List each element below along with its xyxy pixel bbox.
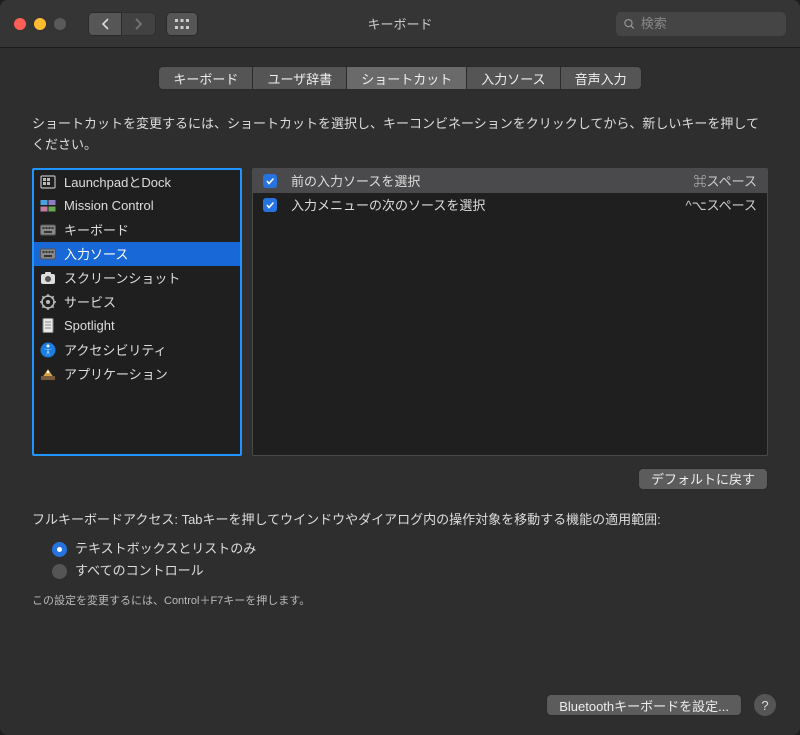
shortcut-keys[interactable]: ⌘スペース [694,171,757,190]
category-label: 入力ソース [64,244,128,263]
search-field[interactable] [616,12,786,36]
grid-icon [175,19,189,29]
category-label: アプリケーション [64,364,168,383]
minimize-window-button[interactable] [34,18,46,30]
shortcut-label: 前の入力ソースを選択 [291,171,680,190]
category-accessibility[interactable]: アクセシビリティ [34,338,240,362]
services-icon [40,294,56,310]
back-button[interactable] [88,12,122,36]
radio-label: すべてのコントロール [75,561,204,582]
radio-button[interactable] [52,542,67,557]
input-sources-icon [40,246,56,262]
tab-0[interactable]: キーボード [158,66,253,90]
tab-4[interactable]: 音声入力 [561,66,642,90]
fka-heading: フルキーボードアクセス: Tabキーを押してウインドウやダイアログ内の操作対象を… [32,510,768,531]
category-label: Spotlight [64,318,115,333]
shortcut-keys[interactable]: ^⌥スペース [685,195,757,214]
screenshot-icon [40,270,56,286]
mission-control-icon [40,198,56,214]
launchpad-icon [40,174,56,190]
shortcut-list[interactable]: 前の入力ソースを選択 ⌘スペース入力メニューの次のソースを選択 ^⌥スペース [252,168,768,456]
tab-3[interactable]: 入力ソース [467,66,560,90]
category-screenshot[interactable]: スクリーンショット [34,266,240,290]
keyboard-icon [40,222,56,238]
close-window-button[interactable] [14,18,26,30]
radio-label: テキストボックスとリストのみ [75,539,256,560]
category-list[interactable]: LaunchpadとDock Mission Control キーボード入力ソースス… [32,168,242,456]
shortcut-label: 入力メニューの次のソースを選択 [291,195,671,214]
category-label: LaunchpadとDock [64,172,171,191]
forward-button[interactable] [122,12,156,36]
fka-option-row[interactable]: すべてのコントロール [52,560,768,582]
titlebar: キーボード [0,0,800,48]
show-all-button[interactable] [166,12,198,36]
category-label: スクリーンショット [64,268,180,287]
panels: LaunchpadとDock Mission Control キーボード入力ソースス… [0,168,800,456]
help-button[interactable]: ? [754,694,776,716]
category-label: キーボード [64,220,129,239]
shortcut-checkbox[interactable] [263,174,277,188]
fka-hint: この設定を変更するには、Control＋F7キーを押します。 [0,582,800,608]
category-label: サービス [64,292,116,311]
footer: Bluetoothキーボードを設定... ? [0,675,800,735]
category-mission-control[interactable]: Mission Control [34,194,240,218]
radio-button[interactable] [52,564,67,579]
content-area: キーボードユーザ辞書ショートカット入力ソース音声入力 ショートカットを変更するに… [0,48,800,735]
category-launchpad[interactable]: LaunchpadとDock [34,170,240,194]
spotlight-icon [40,318,56,334]
nav-buttons [88,12,156,36]
search-input[interactable] [641,16,778,31]
tab-bar: キーボードユーザ辞書ショートカット入力ソース音声入力 [0,66,800,90]
shortcut-checkbox[interactable] [263,198,277,212]
bluetooth-keyboard-button[interactable]: Bluetoothキーボードを設定... [546,694,742,716]
category-spotlight[interactable]: Spotlight [34,314,240,338]
category-label: アクセシビリティ [64,340,167,359]
app-icon [40,366,56,382]
tab-2[interactable]: ショートカット [347,66,467,90]
shortcut-row[interactable]: 前の入力ソースを選択 ⌘スペース [253,169,767,193]
preferences-window: キーボード キーボードユーザ辞書ショートカット入力ソース音声入力 ショートカット… [0,0,800,735]
shortcut-row[interactable]: 入力メニューの次のソースを選択 ^⌥スペース [253,193,767,217]
traffic-lights [0,18,66,30]
zoom-window-button[interactable] [54,18,66,30]
restore-defaults-button[interactable]: デフォルトに戻す [638,468,768,490]
accessibility-icon [40,342,56,358]
category-services[interactable]: サービス [34,290,240,314]
instruction-text: ショートカットを変更するには、ショートカットを選択し、キーコンビネーションをクリ… [0,90,800,168]
fka-option-row[interactable]: テキストボックスとリストのみ [52,538,768,560]
chevron-right-icon [134,18,143,30]
category-input-sources[interactable]: 入力ソース [34,242,240,266]
category-app[interactable]: アプリケーション [34,362,240,386]
fka-options: テキストボックスとリストのみすべてのコントロール [32,530,768,582]
category-keyboard[interactable]: キーボード [34,218,240,242]
search-icon [624,18,635,30]
full-keyboard-access-section: フルキーボードアクセス: Tabキーを押してウインドウやダイアログ内の操作対象を… [0,490,800,583]
category-label: Mission Control [64,198,154,213]
defaults-row: デフォルトに戻す [0,456,800,490]
chevron-left-icon [101,18,110,30]
tab-1[interactable]: ユーザ辞書 [253,66,347,90]
